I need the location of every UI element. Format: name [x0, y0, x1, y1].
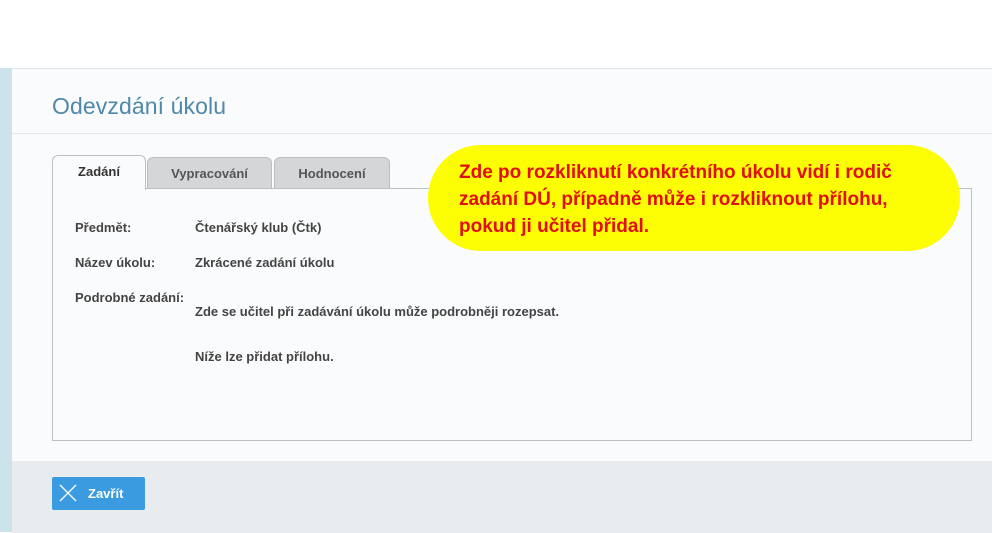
callout-line: Zde po rozkliknutí konkrétního úkolu vid…	[459, 162, 892, 183]
submit-assignment-dialog: Odevzdání úkolu Zadání Vypracování Hodno…	[12, 68, 992, 533]
callout-line: pokud ji učitel přidal.	[459, 216, 650, 237]
callout-line: zadání DÚ, případně může i rozkliknout p…	[459, 189, 888, 210]
tab-vypracovani[interactable]: Vypracování	[147, 157, 272, 189]
detail-text-line: Níže lze přidat přílohu.	[195, 349, 334, 364]
subject-value: Čtenářský klub (Čtk)	[195, 220, 322, 235]
dialog-footer: Zavřít	[12, 461, 992, 533]
close-button-label: Zavřít	[88, 486, 124, 501]
subject-label: Předmět:	[75, 220, 132, 235]
close-button[interactable]: Zavřít	[52, 477, 145, 510]
dialog-title: Odevzdání úkolu	[52, 93, 227, 119]
annotation-callout: Zde po rozkliknutí konkrétního úkolu vid…	[428, 145, 960, 251]
task-name-value: Zkrácené zadání úkolu	[195, 255, 335, 270]
tab-hodnoceni[interactable]: Hodnocení	[274, 157, 390, 189]
tab-zadani[interactable]: Zadání	[52, 155, 146, 190]
backdrop-overlay	[0, 68, 12, 532]
close-x-icon	[59, 484, 77, 502]
detail-label: Podrobné zadání:	[75, 290, 185, 305]
detail-text-line: Zde se učitel při zadávání úkolu může po…	[195, 304, 560, 319]
dialog-header: Odevzdání úkolu	[12, 69, 992, 134]
task-name-label: Název úkolu:	[75, 255, 156, 270]
